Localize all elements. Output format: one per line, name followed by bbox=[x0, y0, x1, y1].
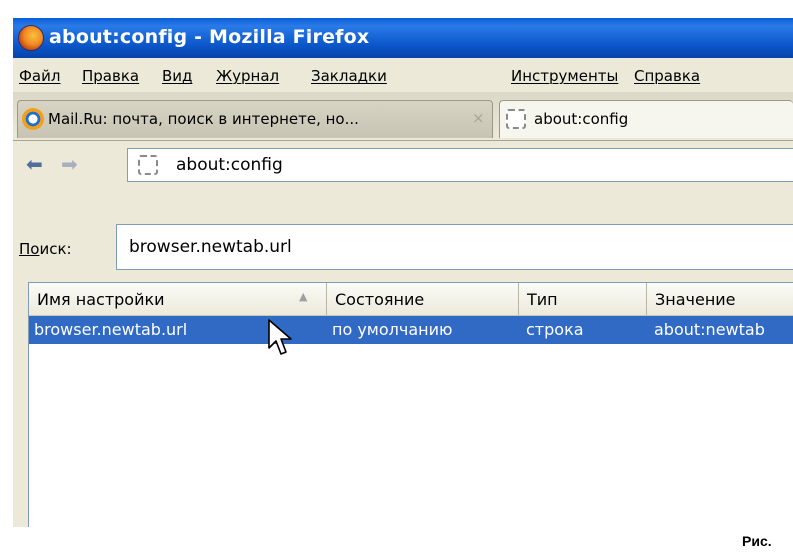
menu-tools[interactable]: Инструменты bbox=[511, 67, 618, 85]
column-header-type[interactable]: Тип bbox=[519, 283, 647, 315]
row-type: строка bbox=[526, 320, 584, 339]
column-header-name-label: Имя настройки bbox=[37, 290, 165, 309]
table-row[interactable]: browser.newtab.url по умолчанию строка a… bbox=[29, 316, 793, 344]
column-header-type-label: Тип bbox=[527, 290, 558, 309]
firefox-icon bbox=[18, 25, 44, 51]
row-state: по умолчанию bbox=[332, 320, 453, 339]
table-header: Имя настройки ▲ Состояние Тип Значение bbox=[29, 283, 793, 316]
tab-mail-ru-label: Mail.Ru: почта, поиск в интернете, но... bbox=[48, 110, 359, 128]
tab-mail-ru[interactable]: Mail.Ru: почта, поиск в интернете, но...… bbox=[17, 100, 493, 138]
tab-strip: Mail.Ru: почта, поиск в интернете, но...… bbox=[13, 92, 793, 141]
menu-file[interactable]: Файл bbox=[19, 67, 60, 85]
figure-caption: Рис. bbox=[742, 533, 772, 549]
column-header-name[interactable]: Имя настройки ▲ bbox=[29, 283, 327, 315]
url-text: about:config bbox=[176, 155, 283, 175]
sort-ascending-icon: ▲ bbox=[299, 290, 308, 303]
menu-bookmarks[interactable]: Закладки bbox=[311, 67, 387, 85]
menu-view[interactable]: Вид bbox=[162, 67, 192, 85]
tab-close-icon[interactable]: × bbox=[472, 109, 485, 127]
row-name: browser.newtab.url bbox=[34, 320, 188, 339]
search-label: Поиск: bbox=[19, 240, 72, 258]
mail-ru-icon bbox=[22, 108, 44, 130]
back-arrow-icon[interactable]: ⬅ bbox=[26, 152, 43, 176]
about-config-page: Поиск: browser.newtab.url Имя настройки … bbox=[13, 190, 793, 527]
preferences-table: Имя настройки ▲ Состояние Тип Значение b… bbox=[28, 282, 793, 527]
column-header-state[interactable]: Состояние bbox=[327, 283, 519, 315]
menu-edit[interactable]: Правка bbox=[82, 67, 139, 85]
column-header-value-label: Значение bbox=[655, 290, 736, 309]
column-header-value[interactable]: Значение bbox=[647, 283, 793, 315]
navigation-toolbar: ⬅ ➡ about:config bbox=[13, 141, 793, 189]
menu-help[interactable]: Справка bbox=[634, 67, 700, 85]
row-value: about:newtab bbox=[654, 320, 765, 339]
tab-about-config-label: about:config bbox=[534, 110, 629, 128]
search-input-value: browser.newtab.url bbox=[129, 237, 292, 257]
column-header-state-label: Состояние bbox=[335, 290, 425, 309]
site-identity-icon bbox=[138, 155, 158, 175]
forward-arrow-icon[interactable]: ➡ bbox=[61, 152, 78, 176]
window-title: about:config - Mozilla Firefox bbox=[49, 26, 370, 48]
menu-bar: Файл Правка Вид Журнал Закладки Инструме… bbox=[13, 58, 793, 92]
menu-history[interactable]: Журнал bbox=[216, 67, 279, 85]
blank-page-icon bbox=[506, 109, 526, 129]
firefox-window: about:config - Mozilla Firefox Файл Прав… bbox=[13, 18, 793, 527]
tab-about-config[interactable]: about:config bbox=[499, 100, 793, 138]
url-bar[interactable]: about:config bbox=[127, 148, 793, 182]
search-input[interactable]: browser.newtab.url bbox=[116, 224, 793, 270]
mouse-cursor-icon bbox=[268, 319, 292, 355]
title-bar: about:config - Mozilla Firefox bbox=[13, 18, 793, 58]
